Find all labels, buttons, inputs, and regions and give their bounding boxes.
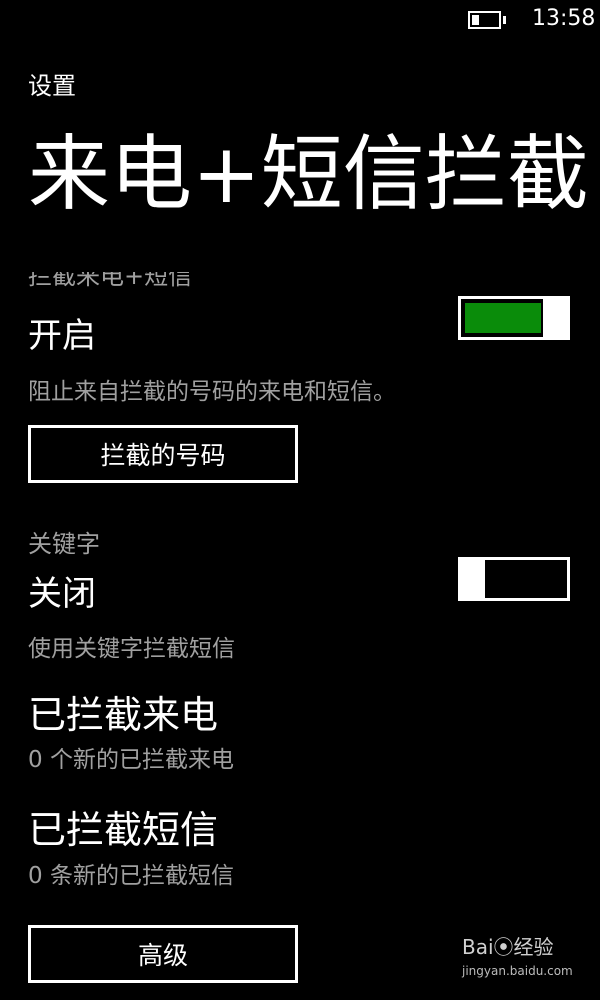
- watermark-url: jingyan.baidu.com: [462, 964, 573, 978]
- watermark: Bai⦿经验 jingyan.baidu.com: [462, 935, 573, 983]
- blocked-calls-subtitle: 0 个新的已拦截来电: [28, 747, 234, 773]
- keyword-state-text: 关闭: [28, 574, 96, 614]
- block-description: 阻止来自拦截的号码的来电和短信。: [28, 379, 396, 405]
- block-toggle[interactable]: [458, 296, 570, 340]
- keyword-toggle-thumb[interactable]: [458, 557, 482, 601]
- settings-content: 拦截来电+短信 开启 阻止来自拦截的号码的来电和短信。 拦截的号码 关键字 关闭…: [0, 272, 600, 1000]
- page-title: 来电+短信拦截: [28, 127, 589, 222]
- block-toggle-thumb[interactable]: [546, 296, 570, 340]
- block-toggle-track: [458, 296, 546, 340]
- blocked-sms-title[interactable]: 已拦截短信: [28, 799, 218, 854]
- blocked-numbers-button[interactable]: 拦截的号码: [28, 425, 298, 483]
- battery-tip: [503, 16, 506, 24]
- watermark-logo: Bai⦿经验: [462, 935, 554, 959]
- keyword-label: 关键字: [28, 530, 100, 558]
- keyword-toggle[interactable]: [458, 557, 570, 601]
- block-section-label: 拦截来电+短信: [28, 272, 193, 290]
- status-bar: 13:58: [0, 0, 600, 40]
- block-state-text: 开启: [28, 316, 96, 356]
- keyword-toggle-track: [482, 557, 570, 601]
- keyword-description: 使用关键字拦截短信: [28, 636, 235, 662]
- blocked-sms-subtitle: 0 条新的已拦截短信: [28, 863, 234, 889]
- battery-icon: [468, 11, 501, 29]
- block-toggle-fill: [465, 303, 541, 333]
- blocked-calls-title[interactable]: 已拦截来电: [28, 684, 218, 739]
- advanced-button[interactable]: 高级: [28, 925, 298, 983]
- clock: 13:58: [532, 6, 596, 31]
- app-title: 设置: [28, 72, 76, 100]
